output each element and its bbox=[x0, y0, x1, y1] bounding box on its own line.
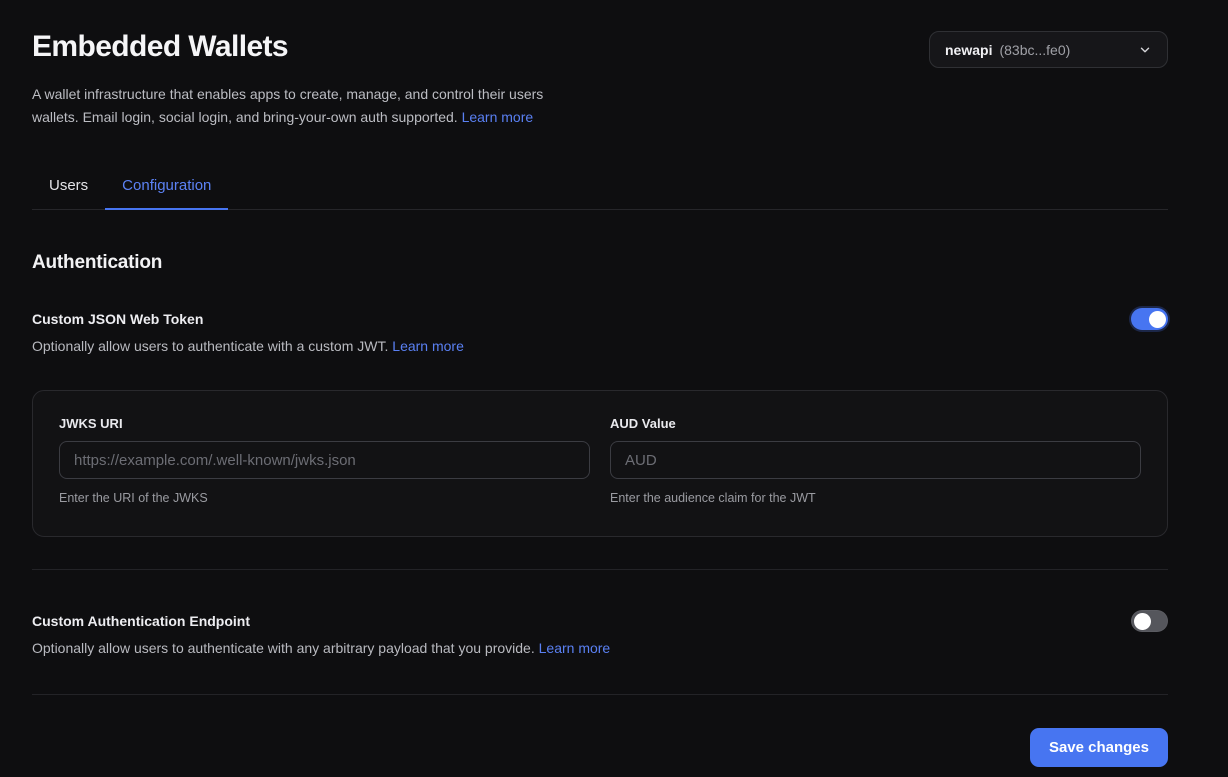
jwks-uri-field: JWKS URI Enter the URI of the JWKS bbox=[59, 416, 590, 505]
jwt-settings-card: JWKS URI Enter the URI of the JWKS AUD V… bbox=[32, 390, 1168, 537]
page-description: A wallet infrastructure that enables app… bbox=[32, 83, 590, 129]
aud-value-input[interactable] bbox=[610, 441, 1141, 479]
custom-jwt-description: Optionally allow users to authenticate w… bbox=[32, 338, 464, 354]
section-divider bbox=[32, 569, 1168, 570]
custom-auth-endpoint-description: Optionally allow users to authenticate w… bbox=[32, 640, 610, 656]
aud-value-label: AUD Value bbox=[610, 416, 1141, 431]
header-text-block: Embedded Wallets A wallet infrastructure… bbox=[32, 30, 590, 129]
footer-divider bbox=[32, 694, 1168, 695]
chevron-down-icon bbox=[1138, 43, 1152, 57]
custom-jwt-toggle[interactable] bbox=[1131, 308, 1168, 330]
aud-value-field: AUD Value Enter the audience claim for t… bbox=[610, 416, 1141, 505]
tab-bar: Users Configuration bbox=[32, 169, 1168, 210]
app-selector-dropdown[interactable]: newapi (83bc...fe0) bbox=[929, 31, 1168, 68]
embedded-wallets-page: Embedded Wallets A wallet infrastructure… bbox=[0, 0, 1228, 767]
jwks-uri-input[interactable] bbox=[59, 441, 590, 479]
app-selector-id: (83bc...fe0) bbox=[999, 42, 1070, 58]
page-title: Embedded Wallets bbox=[32, 30, 590, 64]
tab-configuration[interactable]: Configuration bbox=[105, 169, 228, 210]
custom-jwt-label: Custom JSON Web Token bbox=[32, 311, 464, 327]
custom-jwt-setting-row: Custom JSON Web Token Optionally allow u… bbox=[32, 311, 1168, 354]
save-button[interactable]: Save changes bbox=[1030, 728, 1168, 767]
section-title-authentication: Authentication bbox=[32, 252, 1168, 274]
custom-auth-endpoint-toggle[interactable] bbox=[1131, 610, 1168, 632]
aud-value-helper: Enter the audience claim for the JWT bbox=[610, 491, 1141, 505]
toggle-knob bbox=[1134, 613, 1151, 630]
custom-jwt-text-block: Custom JSON Web Token Optionally allow u… bbox=[32, 311, 464, 354]
custom-auth-endpoint-learn-more-link[interactable]: Learn more bbox=[539, 640, 611, 656]
custom-auth-endpoint-label: Custom Authentication Endpoint bbox=[32, 613, 610, 629]
jwks-uri-helper: Enter the URI of the JWKS bbox=[59, 491, 590, 505]
toggle-knob bbox=[1149, 311, 1166, 328]
header-learn-more-link[interactable]: Learn more bbox=[462, 109, 534, 125]
custom-jwt-learn-more-link[interactable]: Learn more bbox=[392, 338, 464, 354]
footer-actions: Save changes bbox=[32, 728, 1168, 767]
custom-auth-endpoint-setting-row: Custom Authentication Endpoint Optionall… bbox=[32, 613, 1168, 656]
tab-users[interactable]: Users bbox=[32, 169, 105, 210]
jwks-uri-label: JWKS URI bbox=[59, 416, 590, 431]
page-header: Embedded Wallets A wallet infrastructure… bbox=[32, 30, 1168, 129]
custom-auth-endpoint-text-block: Custom Authentication Endpoint Optionall… bbox=[32, 613, 610, 656]
app-selector-name: newapi bbox=[945, 42, 992, 58]
